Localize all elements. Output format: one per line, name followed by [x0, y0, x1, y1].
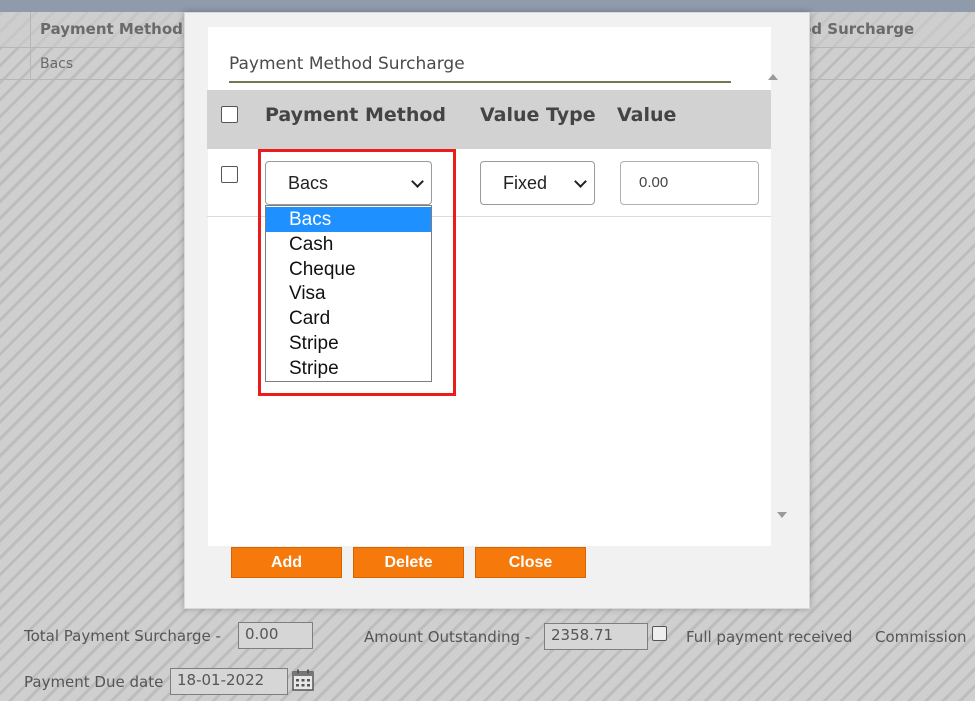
- top-header-bar: [0, 0, 975, 12]
- calendar-icon[interactable]: [291, 668, 315, 692]
- title-underline: [229, 81, 731, 83]
- close-button[interactable]: Close: [475, 547, 586, 578]
- scroll-up-arrow-icon[interactable]: [768, 74, 778, 80]
- background-column-divider: [30, 12, 31, 80]
- commission-label: Commission: [875, 628, 967, 646]
- column-header-value: Value: [617, 104, 677, 126]
- add-button[interactable]: Add: [231, 547, 342, 578]
- highlight-annotation-box: [258, 149, 456, 396]
- due-date-label: Payment Due date: [24, 673, 164, 691]
- column-header-value-type: Value Type: [480, 104, 596, 126]
- full-payment-checkbox[interactable]: [652, 626, 667, 641]
- total-surcharge-label: Total Payment Surcharge -: [24, 627, 221, 645]
- value-type-select[interactable]: Fixed: [480, 161, 595, 205]
- total-surcharge-field[interactable]: 0.00: [238, 622, 313, 649]
- amount-outstanding-label: Amount Outstanding -: [364, 628, 531, 646]
- select-all-checkbox[interactable]: [221, 106, 238, 123]
- scroll-down-arrow-icon[interactable]: [777, 512, 787, 518]
- value-input[interactable]: 0.00: [620, 161, 759, 205]
- column-header-payment-method: Payment Method: [265, 104, 447, 126]
- row-checkbox[interactable]: [221, 166, 238, 183]
- full-payment-label: Full payment received: [686, 628, 853, 646]
- delete-button[interactable]: Delete: [353, 547, 464, 578]
- background-col-payment-method: Payment Method: [40, 20, 183, 38]
- value-type-select-value: Fixed: [503, 173, 548, 193]
- background-row-payment-method: Bacs: [40, 56, 74, 72]
- amount-outstanding-field[interactable]: 2358.71: [544, 623, 648, 650]
- chevron-down-icon: [574, 175, 587, 188]
- due-date-field[interactable]: 18-01-2022: [170, 668, 288, 695]
- background-col-surcharge: od Surcharge: [801, 20, 915, 38]
- dialog-title: Payment Method Surcharge: [229, 54, 465, 74]
